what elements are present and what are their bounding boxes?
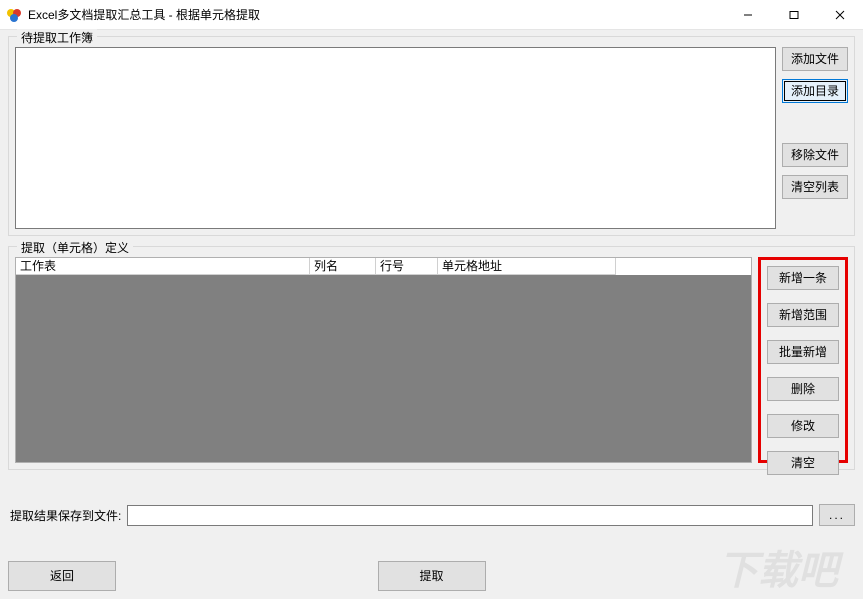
- clear-list-button[interactable]: 清空列表: [782, 175, 848, 199]
- save-path-input[interactable]: [127, 505, 813, 526]
- titlebar: Excel多文档提取汇总工具 - 根据单元格提取: [0, 0, 863, 30]
- delete-button[interactable]: 删除: [767, 377, 839, 401]
- client-area: 待提取工作簿 添加文件 添加目录 移除文件 清空列表 提取（单元格）定义 工作表…: [0, 30, 863, 599]
- close-button[interactable]: [817, 0, 863, 30]
- add-one-button[interactable]: 新增一条: [767, 266, 839, 290]
- clear-defs-button[interactable]: 清空: [767, 451, 839, 475]
- add-file-button[interactable]: 添加文件: [782, 47, 848, 71]
- definitions-group-legend: 提取（单元格）定义: [17, 239, 133, 256]
- col-header-rownum[interactable]: 行号: [376, 258, 438, 275]
- definitions-group: 提取（单元格）定义 工作表 列名 行号 单元格地址 新增一条 新增范围 批量新增…: [8, 246, 855, 470]
- back-button[interactable]: 返回: [8, 561, 116, 591]
- maximize-button[interactable]: [771, 0, 817, 30]
- definition-buttons-frame: 新增一条 新增范围 批量新增 删除 修改 清空: [758, 257, 848, 463]
- column-headers: 工作表 列名 行号 单元格地址: [16, 258, 751, 275]
- bottom-bar: 返回 提取: [8, 561, 855, 591]
- workbooks-group: 待提取工作簿 添加文件 添加目录 移除文件 清空列表: [8, 36, 855, 236]
- col-header-colname[interactable]: 列名: [310, 258, 376, 275]
- add-directory-button[interactable]: 添加目录: [782, 79, 848, 103]
- save-label: 提取结果保存到文件:: [8, 507, 121, 524]
- col-header-worksheet[interactable]: 工作表: [16, 258, 310, 275]
- app-icon: [6, 7, 22, 23]
- browse-button[interactable]: ...: [819, 504, 855, 526]
- batch-add-button[interactable]: 批量新增: [767, 340, 839, 364]
- window-buttons: [725, 0, 863, 29]
- definitions-listview[interactable]: 工作表 列名 行号 单元格地址: [15, 257, 752, 463]
- window-title: Excel多文档提取汇总工具 - 根据单元格提取: [28, 6, 725, 23]
- workbooks-listbox[interactable]: [15, 47, 776, 229]
- extract-button[interactable]: 提取: [378, 561, 486, 591]
- workbooks-group-legend: 待提取工作簿: [17, 29, 97, 46]
- save-row: 提取结果保存到文件: ...: [8, 504, 855, 526]
- remove-file-button[interactable]: 移除文件: [782, 143, 848, 167]
- add-range-button[interactable]: 新增范围: [767, 303, 839, 327]
- minimize-button[interactable]: [725, 0, 771, 30]
- edit-button[interactable]: 修改: [767, 414, 839, 438]
- col-header-celladdr[interactable]: 单元格地址: [438, 258, 616, 275]
